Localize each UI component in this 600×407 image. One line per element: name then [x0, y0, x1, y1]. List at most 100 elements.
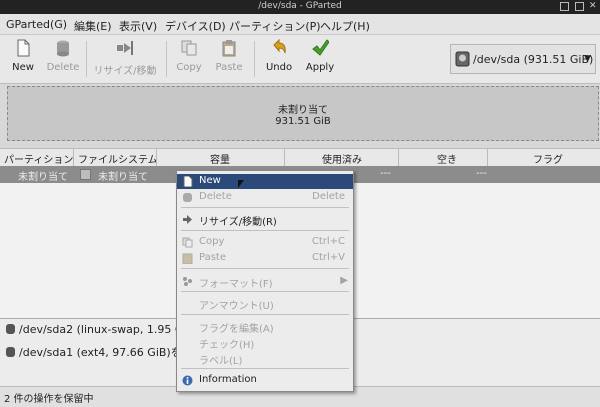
menu-bar: GParted(G) 編集(E) 表示(V) デバイス(D) パーティション(P…	[0, 14, 600, 35]
database-icon	[6, 324, 15, 334]
maximize-button[interactable]	[575, 2, 584, 11]
toolbar-separator	[166, 41, 167, 77]
context-menu-label: アンマウント(U)	[199, 301, 274, 312]
context-menu-item-copy[interactable]: Copy Ctrl+C	[177, 235, 353, 250]
close-icon[interactable]: ✕	[589, 2, 598, 11]
operation-text: /dev/sda1 (ext4, 97.66 GiB)を/	[19, 346, 186, 359]
row-partition: 未割り当て	[18, 172, 68, 183]
col-partition[interactable]: パーティション	[4, 151, 73, 166]
disk-graph-label: 未割り当て	[278, 105, 328, 116]
status-text: 2 件の操作を保留中	[4, 394, 94, 405]
context-menu-shortcut: Ctrl+V	[311, 252, 345, 263]
list-item[interactable]: /dev/sda1 (ext4, 97.66 GiB)を/	[6, 344, 185, 360]
apply-button-label: Apply	[305, 62, 335, 73]
operation-text: /dev/sda2 (linux-swap, 1.95 GiB)	[19, 323, 199, 336]
new-button-label: New	[12, 62, 34, 73]
chevron-down-icon: ▼	[584, 54, 591, 64]
context-menu-item-unmount[interactable]: アンマウント(U)	[177, 296, 353, 312]
menu-edit[interactable]: 編集(E)	[74, 18, 112, 34]
context-menu-item-resize[interactable]: リサイズ/移動(R)	[177, 212, 353, 228]
context-menu: New Delete Delete リサイズ/移動(R) Copy Ctrl+C…	[176, 170, 354, 392]
col-size[interactable]: 容量	[210, 151, 230, 166]
column-divider	[398, 148, 399, 166]
paste-icon	[182, 253, 193, 264]
context-menu-item-delete[interactable]: Delete Delete	[177, 190, 353, 205]
column-divider	[73, 148, 74, 166]
paste-button[interactable]: Paste	[213, 37, 245, 73]
row-unused: ---	[476, 168, 487, 179]
context-menu-item-paste[interactable]: Paste Ctrl+V	[177, 251, 353, 266]
menu-separator	[181, 268, 349, 269]
apply-button[interactable]: Apply	[303, 37, 337, 73]
menu-device[interactable]: デバイス(D)	[165, 18, 226, 34]
disk-graph[interactable]: 未割り当て 931.51 GiB	[7, 86, 599, 141]
context-menu-label: フォーマット(F)	[199, 279, 273, 290]
checkmark-icon	[312, 39, 330, 56]
toolbar-separator	[254, 41, 255, 77]
row-filesystem: 未割り当て	[98, 172, 148, 183]
copy-icon	[181, 40, 197, 56]
menu-separator	[181, 291, 349, 292]
col-flags[interactable]: フラグ	[533, 151, 563, 166]
col-unused[interactable]: 空き	[437, 151, 457, 166]
column-divider	[487, 148, 488, 166]
undo-arrow-icon	[273, 38, 286, 54]
context-menu-item-label[interactable]: ラベル(L)	[177, 351, 353, 367]
delete-icon	[57, 40, 69, 57]
context-menu-label: Paste	[199, 252, 226, 263]
delete-button[interactable]: Delete	[45, 37, 81, 73]
submenu-arrow-icon: ▶	[340, 275, 348, 286]
copy-button[interactable]: Copy	[174, 37, 204, 73]
format-icon	[183, 277, 192, 286]
new-icon	[183, 176, 193, 187]
context-menu-label: チェック(H)	[199, 340, 255, 351]
disk-graph-size: 931.51 GiB	[275, 116, 331, 127]
mouse-pointer-icon	[238, 180, 244, 188]
context-menu-label: Delete	[199, 191, 232, 202]
context-menu-item-format[interactable]: フォーマット(F) ▶	[177, 274, 353, 290]
context-menu-label: Information	[199, 374, 257, 385]
column-divider	[156, 148, 157, 166]
context-menu-item-manage-flags[interactable]: フラグを編集(A)	[177, 319, 353, 335]
context-menu-label: フラグを編集(A)	[199, 324, 274, 335]
paste-icon	[222, 40, 236, 57]
device-label: /dev/sda (931.51 GiB)	[473, 53, 594, 66]
database-icon	[6, 347, 15, 357]
menu-gparted[interactable]: GParted(G)	[6, 18, 67, 31]
menu-separator	[181, 230, 349, 231]
delete-button-label: Delete	[46, 62, 80, 73]
resize-icon	[117, 41, 133, 55]
resize-move-button-label: リサイズ/移動	[93, 66, 157, 77]
undo-button-label: Undo	[265, 62, 293, 73]
context-menu-item-new[interactable]: New	[177, 174, 353, 189]
menu-help[interactable]: ヘルプ(H)	[320, 18, 370, 34]
row-used: ---	[380, 168, 391, 179]
resize-move-button[interactable]: リサイズ/移動	[92, 37, 158, 77]
context-menu-label: New	[199, 175, 221, 186]
disk-icon	[455, 51, 470, 67]
resize-icon	[183, 215, 192, 224]
toolbar-separator	[86, 41, 87, 77]
context-menu-label: リサイズ/移動(R)	[199, 217, 277, 228]
context-menu-item-information[interactable]: Information	[177, 373, 353, 388]
column-divider	[284, 148, 285, 166]
menu-partition[interactable]: パーティション(P)	[229, 18, 321, 34]
context-menu-shortcut: Ctrl+C	[311, 236, 345, 247]
list-item[interactable]: /dev/sda2 (linux-swap, 1.95 GiB)	[6, 323, 198, 336]
col-used[interactable]: 使用済み	[322, 151, 362, 166]
window-title: /dev/sda - GParted	[258, 1, 342, 11]
context-menu-item-check[interactable]: チェック(H)	[177, 335, 353, 351]
menu-view[interactable]: 表示(V)	[119, 18, 157, 34]
new-icon	[17, 39, 30, 57]
menu-separator	[181, 207, 349, 208]
minimize-button[interactable]	[560, 2, 569, 11]
context-menu-label: Copy	[199, 236, 225, 247]
partition-table-header: パーティション ファイルシステム 容量 使用済み 空き フラグ	[0, 148, 600, 167]
info-icon	[182, 375, 193, 386]
new-button[interactable]: New	[8, 37, 38, 73]
device-selector[interactable]: /dev/sda (931.51 GiB) ▼	[450, 44, 596, 74]
delete-icon	[183, 193, 192, 202]
col-filesystem[interactable]: ファイルシステム	[78, 151, 158, 166]
copy-icon	[182, 237, 193, 248]
undo-button[interactable]: Undo	[263, 37, 295, 73]
